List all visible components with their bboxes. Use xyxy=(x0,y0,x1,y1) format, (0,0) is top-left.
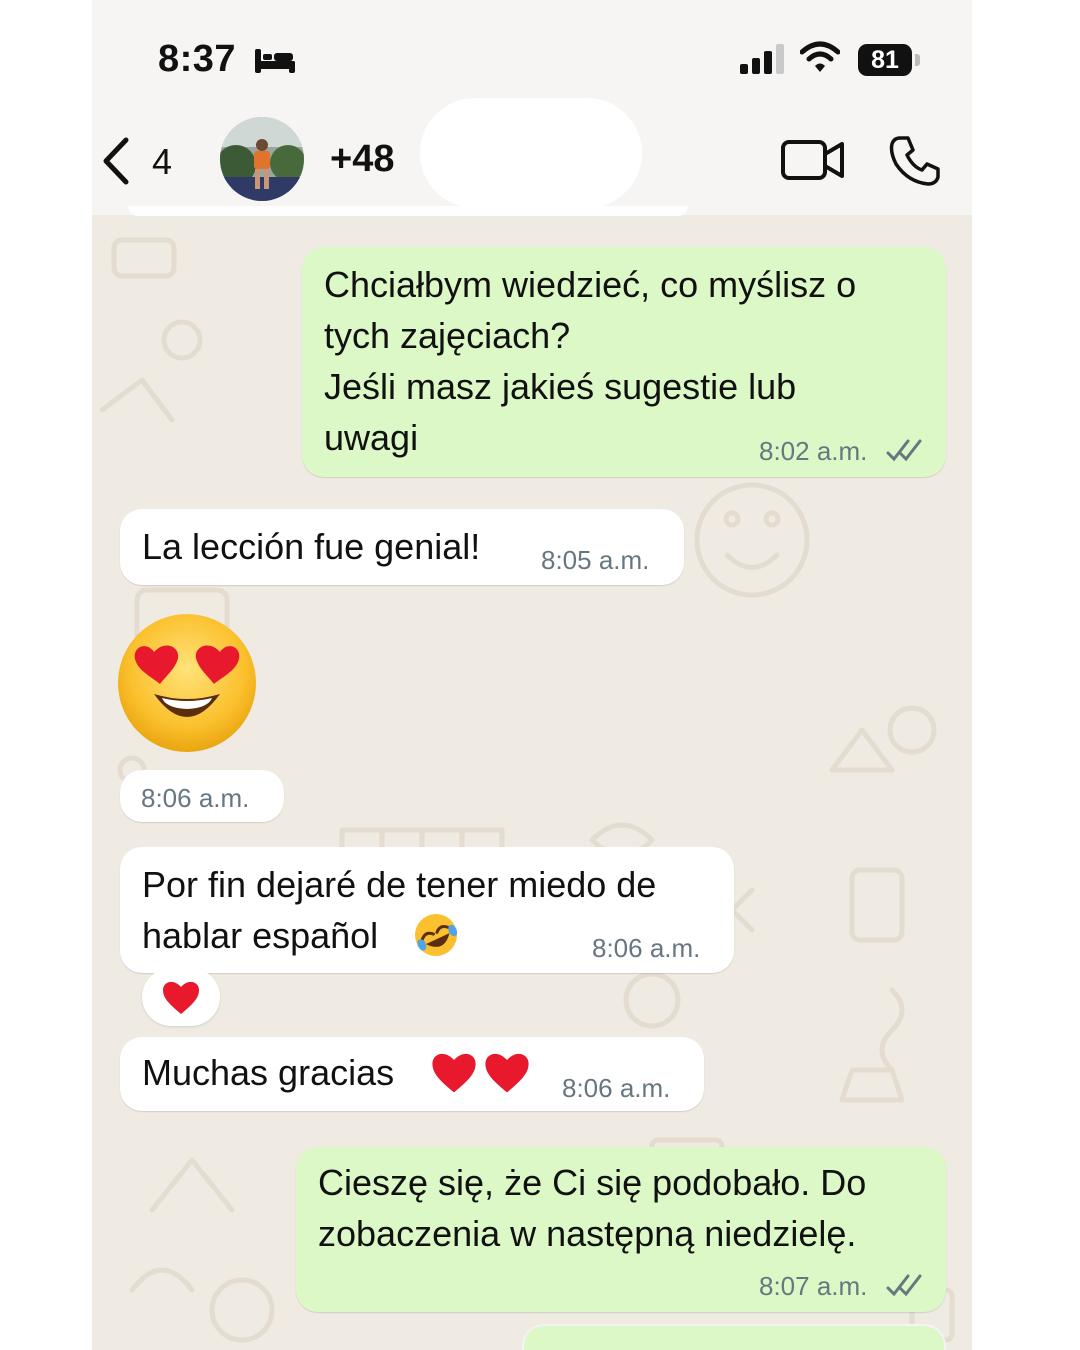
message-text: Chciałbym wiedzieć, co myślisz o tych za… xyxy=(324,264,857,458)
message-time: 8:06 a.m. xyxy=(141,783,250,813)
smiling-face-with-heart-eyes-icon[interactable] xyxy=(116,612,258,754)
message-time: 8:05 a.m. xyxy=(541,545,650,575)
bed-icon xyxy=(255,49,295,73)
reaction-badge[interactable] xyxy=(142,968,220,1026)
message-time: 8:06 a.m. xyxy=(592,933,701,963)
previous-bubble-edge xyxy=(128,206,688,216)
message-text: Muchas gracias xyxy=(142,1052,395,1093)
red-heart-icon xyxy=(485,1053,529,1093)
read-ticks-icon xyxy=(886,1274,922,1297)
phone-call-icon[interactable] xyxy=(888,134,942,188)
back-chevron-icon[interactable] xyxy=(98,136,138,186)
message-text: Cieszę się, że Ci się podobało. Do zobac… xyxy=(318,1162,867,1254)
chat-screen: 8:37 81 4 +48 Chciałbym wiedzieć, co myś… xyxy=(92,0,972,1350)
message-bubble-outgoing[interactable]: Chciałbym wiedzieć, co myślisz o tych za… xyxy=(302,247,946,477)
message-time: 8:02 a.m. xyxy=(759,436,868,466)
chat-header: 8:37 81 4 +48 xyxy=(92,0,972,216)
red-heart-icon xyxy=(163,981,199,1014)
battery-tip xyxy=(915,54,920,66)
status-time: 8:37 xyxy=(158,38,237,80)
message-time: 8:06 a.m. xyxy=(562,1073,671,1103)
rolling-on-the-floor-laughing-icon xyxy=(415,914,458,956)
message-bubble-incoming[interactable]: Por fin dejaré de tener miedo de hablar … xyxy=(120,847,734,973)
message-text: La lección fue genial! xyxy=(142,526,481,567)
read-ticks-icon xyxy=(886,439,922,462)
contact-name[interactable]: +48 xyxy=(330,138,394,181)
unread-count[interactable]: 4 xyxy=(152,141,172,183)
message-bubble-outgoing[interactable]: Cieszę się, że Ci się podobało. Do zobac… xyxy=(296,1147,946,1312)
signal-icon xyxy=(740,44,784,74)
message-bubble-incoming[interactable]: La lección fue genial! 8:05 a.m. xyxy=(120,509,684,585)
wifi-icon xyxy=(800,41,840,72)
message-time: 8:07 a.m. xyxy=(759,1271,868,1301)
video-call-icon[interactable] xyxy=(780,136,846,184)
redaction-mask xyxy=(420,98,642,208)
message-time-bubble: 8:06 a.m. xyxy=(120,770,284,822)
avatar[interactable] xyxy=(220,117,304,201)
battery-icon: 81 xyxy=(858,44,912,76)
red-heart-icon xyxy=(432,1053,476,1093)
message-bubble-incoming[interactable]: Muchas gracias 8:06 a.m. xyxy=(120,1037,704,1111)
next-message-bubble-partial xyxy=(522,1324,946,1350)
battery-level: 81 xyxy=(871,46,899,74)
